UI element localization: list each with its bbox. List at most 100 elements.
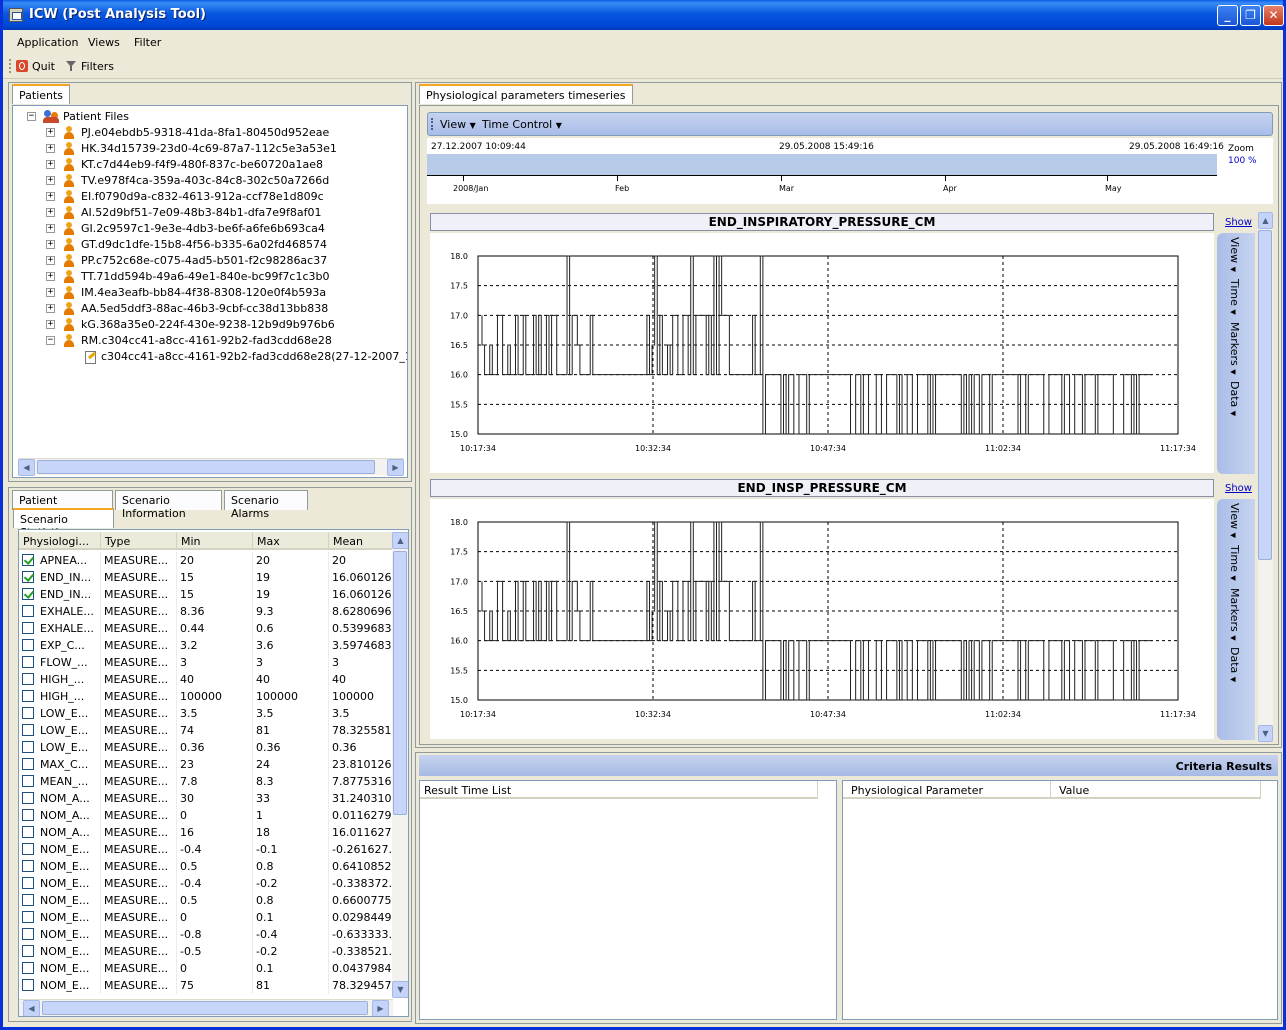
close-button[interactable]: ✕ xyxy=(1263,5,1284,26)
row-checkbox[interactable] xyxy=(22,860,34,872)
tab-scenario-statistics[interactable]: Scenario Statistics xyxy=(13,508,114,539)
row-checkbox[interactable] xyxy=(22,979,34,991)
row-checkbox[interactable] xyxy=(22,605,34,617)
table-row[interactable]: EXHALE... MEASURE...0.440.60.5399683... xyxy=(19,620,393,637)
scroll-down-icon[interactable]: ▼ xyxy=(1258,725,1273,742)
table-row[interactable]: NOM_A... MEASURE...010.0116279... xyxy=(19,807,393,824)
toolbar-grip[interactable] xyxy=(9,59,11,73)
tree-item-patient[interactable]: + TT.71dd594b-49a6-49e1-840e-bc99f7c1c3b0 xyxy=(13,269,407,285)
collapse-icon[interactable]: − xyxy=(27,112,36,121)
tab-scenario-alarms[interactable]: Scenario Alarms xyxy=(224,490,308,520)
quit-button[interactable]: Quit xyxy=(16,60,55,73)
tree-item-patient[interactable]: + AA.5ed5ddf3-88ac-46b3-9cbf-cc38d13bb838 xyxy=(13,301,407,317)
tree-root[interactable]: − Patient Files xyxy=(13,109,407,125)
tree-item-patient[interactable]: + GI.2c9597c1-9e3e-4db3-be6f-a6fe6b693ca4 xyxy=(13,221,407,237)
table-row[interactable]: END_IN... MEASURE...151916.060126... xyxy=(19,569,393,586)
filters-button[interactable]: Filters xyxy=(65,60,114,73)
table-row[interactable]: LOW_E... MEASURE...748178.325581... xyxy=(19,722,393,739)
timeline-range-bar[interactable] xyxy=(427,154,1217,176)
tree-item-patient[interactable]: + TV.e978f4ca-359a-403c-84c8-302c50a7266d xyxy=(13,173,407,189)
scroll-right-icon[interactable]: ▶ xyxy=(387,459,404,476)
row-checkbox[interactable] xyxy=(22,622,34,634)
table-row[interactable]: NOM_E... MEASURE...0.50.80.6600775... xyxy=(19,892,393,909)
expand-icon[interactable]: + xyxy=(46,320,55,329)
side-tool-time[interactable]: Time ▼ xyxy=(1228,545,1241,581)
menu-filter[interactable]: Filter xyxy=(134,36,161,49)
side-tool-time[interactable]: Time ▼ xyxy=(1228,279,1241,315)
tree-item-patient[interactable]: + PP.c752c68e-c075-4ad5-b501-f2c98286ac37 xyxy=(13,253,407,269)
column-header[interactable]: Physiologi... xyxy=(19,532,101,550)
column-header[interactable]: Type xyxy=(101,532,177,550)
column-header[interactable]: Max xyxy=(253,532,329,550)
expand-icon[interactable]: + xyxy=(46,160,55,169)
stats-hscroll-thumb[interactable] xyxy=(42,1001,368,1015)
column-physiological-parameter[interactable]: Physiological Parameter xyxy=(843,781,1051,799)
tree-item-patient[interactable]: + KT.c7d44eb9-f4f9-480f-837c-be60720a1ae8 xyxy=(13,157,407,173)
side-tool-data[interactable]: Data ▼ xyxy=(1228,381,1241,416)
tree-item-patient[interactable]: − RM.c304cc41-a8cc-4161-92b2-fad3cdd68e28 xyxy=(13,333,407,349)
table-row[interactable]: NOM_E... MEASURE... -0.8 -0.4 -0.633333... xyxy=(19,926,393,943)
side-tool-markers[interactable]: Markers ▼ xyxy=(1228,322,1241,375)
chart-1-show-link[interactable]: Show xyxy=(1225,217,1252,228)
view-menu-button[interactable]: View ▼ xyxy=(440,118,476,131)
side-tool-markers[interactable]: Markers ▼ xyxy=(1228,588,1241,641)
scroll-right-icon[interactable]: ▶ xyxy=(372,1000,389,1016)
expand-icon[interactable]: + xyxy=(46,224,55,233)
time-control-menu-button[interactable]: Time Control ▼ xyxy=(482,118,562,131)
scroll-down-icon[interactable]: ▼ xyxy=(392,981,408,998)
scroll-up-icon[interactable]: ▲ xyxy=(1258,212,1273,229)
scroll-left-icon[interactable]: ◀ xyxy=(18,459,35,476)
table-row[interactable]: NOM_A... MEASURE...303331.240310... xyxy=(19,790,393,807)
column-header[interactable]: Min xyxy=(177,532,253,550)
table-row[interactable]: NOM_E... MEASURE...00.10.0298449... xyxy=(19,909,393,926)
tab-scenario-information[interactable]: Scenario Information xyxy=(115,490,222,520)
row-checkbox[interactable] xyxy=(22,690,34,702)
expand-icon[interactable]: + xyxy=(46,176,55,185)
table-row[interactable]: END_IN... MEASURE...151916.060126... xyxy=(19,586,393,603)
expand-icon[interactable]: + xyxy=(46,288,55,297)
table-row[interactable]: MEAN_... MEASURE...7.88.37.8775316... xyxy=(19,773,393,790)
row-checkbox[interactable] xyxy=(22,911,34,923)
row-checkbox[interactable] xyxy=(22,656,34,668)
row-checkbox[interactable] xyxy=(22,809,34,821)
expand-icon[interactable]: + xyxy=(46,128,55,137)
stats-vscroll[interactable]: ▲ ▼ xyxy=(392,532,408,998)
table-row[interactable]: LOW_E... MEASURE... 3.5 3.5 3.5 xyxy=(19,705,393,722)
menu-application[interactable]: Application xyxy=(17,36,78,49)
row-checkbox[interactable] xyxy=(22,639,34,651)
row-checkbox[interactable] xyxy=(22,707,34,719)
tree-item-patient[interactable]: + EI.f0790d9a-c832-4613-912a-ccf78e1d809c xyxy=(13,189,407,205)
row-checkbox[interactable] xyxy=(22,792,34,804)
tree-hscroll-thumb[interactable] xyxy=(37,460,375,474)
table-row[interactable]: HIGH_... MEASURE... 40 40 40 xyxy=(19,671,393,688)
table-row[interactable]: EXHALE... MEASURE...8.369.38.6280696... xyxy=(19,603,393,620)
expand-icon[interactable]: + xyxy=(46,256,55,265)
row-checkbox[interactable] xyxy=(22,877,34,889)
row-checkbox[interactable] xyxy=(22,741,34,753)
restore-button[interactable]: ❐ xyxy=(1240,5,1261,26)
tree-item-patient[interactable]: + GT.d9dc1dfe-15b8-4f56-b335-6a02fd468574 xyxy=(13,237,407,253)
table-row[interactable]: HIGH_... MEASURE... 100000 100000 100000 xyxy=(19,688,393,705)
tree-item-patient[interactable]: + IM.4ea3eafb-bb84-4f38-8308-120e0f4b593a xyxy=(13,285,407,301)
row-checkbox[interactable] xyxy=(22,724,34,736)
table-row[interactable]: NOM_E... MEASURE... -0.4 -0.2 -0.338372... xyxy=(19,875,393,892)
table-row[interactable]: APNEA... MEASURE... 20 20 20 xyxy=(19,552,393,569)
chart-2-show-link[interactable]: Show xyxy=(1225,483,1252,494)
row-checkbox[interactable] xyxy=(22,843,34,855)
column-value[interactable]: Value xyxy=(1051,781,1261,799)
zoom-value[interactable]: 100 % xyxy=(1228,156,1257,166)
table-row[interactable]: NOM_E... MEASURE... -0.5 -0.2 -0.338521... xyxy=(19,943,393,960)
expand-icon[interactable]: + xyxy=(46,208,55,217)
menu-views[interactable]: Views xyxy=(88,36,120,49)
side-tool-view[interactable]: View ▼ xyxy=(1228,503,1241,538)
expand-icon[interactable]: + xyxy=(46,144,55,153)
expand-icon[interactable]: + xyxy=(46,192,55,201)
row-checkbox[interactable] xyxy=(22,673,34,685)
charts-vscroll-thumb[interactable] xyxy=(1258,230,1272,560)
charts-vscroll[interactable]: ▲ ▼ xyxy=(1258,212,1273,742)
table-row[interactable]: NOM_A... MEASURE...161816.011627... xyxy=(19,824,393,841)
side-tool-data[interactable]: Data ▼ xyxy=(1228,647,1241,682)
tree-item-patient[interactable]: + AI.52d9bf51-7e09-48b3-84b1-dfa7e9f8af01 xyxy=(13,205,407,221)
tree-item-patient[interactable]: + kG.368a35e0-224f-430e-9238-12b9d9b976b6 xyxy=(13,317,407,333)
tree-hscroll[interactable]: ◀ ▶ xyxy=(18,458,404,476)
